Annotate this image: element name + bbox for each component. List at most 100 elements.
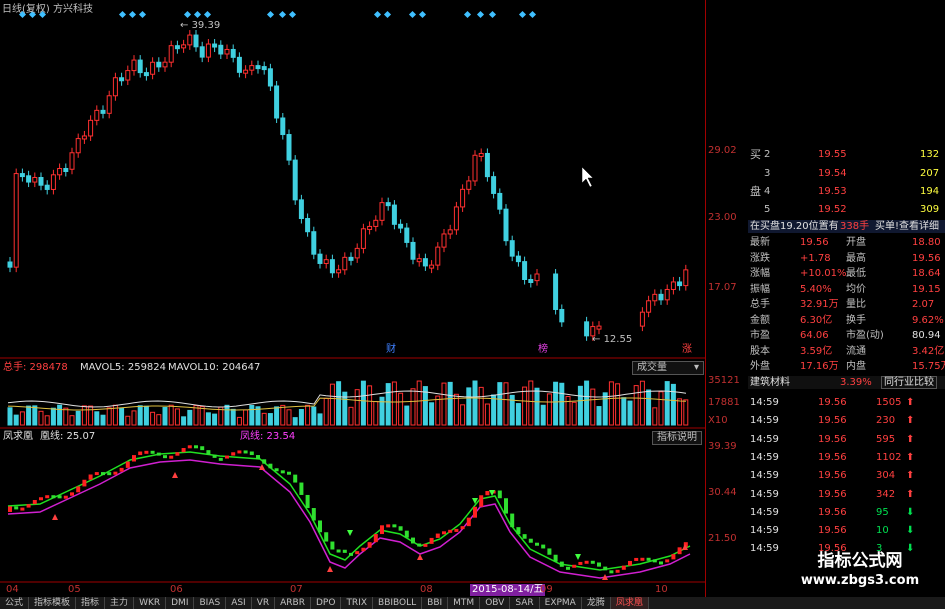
quote-row: 最新 19.56 开盘 18.80 [748, 236, 945, 249]
x-label-06: 06 [170, 584, 183, 595]
queue-volume: 338手 [840, 221, 870, 232]
tab-indicator[interactable]: SAR [510, 597, 540, 609]
volume-bar [447, 381, 453, 426]
tab-indicator[interactable]: 龙腾 [582, 597, 611, 609]
indicator-bar [206, 450, 211, 455]
tab-indicator[interactable]: TRIX [341, 597, 374, 609]
tab-indicator[interactable]: BBIBOLL [373, 597, 423, 609]
candle-body [515, 255, 521, 263]
volume-bar [503, 382, 509, 426]
info-diamond-icon [288, 10, 297, 19]
candle-body [50, 174, 56, 190]
watermark: 指标公式网 www.zbgs3.com [775, 550, 945, 597]
candle-body [559, 308, 565, 323]
indicator-bar [603, 566, 608, 571]
indicator-bar [367, 542, 372, 548]
volume-bar [534, 387, 540, 426]
volume-bar [267, 413, 273, 426]
indicator-bar [361, 547, 366, 552]
tab-indicator[interactable]: EXPMA [540, 597, 582, 609]
indicator-bar [32, 500, 37, 505]
volume-bar [50, 407, 56, 426]
volume-axis-top: 35121 [708, 375, 740, 386]
candle-body [106, 95, 112, 114]
tab-indicator[interactable]: 主力 [105, 597, 135, 609]
industry-compare-button[interactable]: 同行业比较 [881, 376, 937, 389]
tab-indicator[interactable]: DPO [311, 597, 342, 609]
quote-key: 振幅 [750, 283, 770, 295]
indicator-bar [39, 497, 43, 501]
candle-body [373, 219, 379, 227]
indicator-bar [597, 562, 601, 567]
tab-indicator[interactable]: 凤求凰 [610, 597, 649, 609]
volume-bar [125, 415, 131, 426]
event-marker-zhang[interactable]: 涨 [682, 344, 692, 356]
candle-body [112, 77, 118, 97]
candle-body [497, 192, 503, 210]
quote-key: 流通 [846, 345, 866, 357]
sector-name: 建筑材料 [750, 377, 790, 388]
ob-level: 2 [764, 149, 771, 160]
queue-detail-link[interactable]: 买单!查看详细 [875, 220, 939, 233]
volume-bar [280, 404, 286, 426]
indicator-bar [76, 486, 81, 493]
indicator-bar [522, 534, 527, 539]
indicator-bar [26, 504, 31, 508]
tab-indicator[interactable]: 指标模板 [29, 597, 77, 609]
info-diamond-icon [128, 10, 137, 19]
indicator-bar [181, 448, 186, 453]
volume-bar [230, 408, 236, 426]
indicator-bar [101, 472, 105, 476]
candle-body [187, 34, 193, 46]
volume-bar [441, 382, 447, 426]
candle-body [447, 229, 453, 235]
candle-body [218, 44, 224, 55]
indicator-bar [584, 560, 589, 564]
tab-indicator[interactable]: DMI [166, 597, 195, 609]
indicator-bar [280, 470, 285, 474]
info-diamond-icon [118, 10, 127, 19]
tab-indicator[interactable]: BBI [422, 597, 449, 609]
low-value: 12.55 [603, 334, 633, 345]
indicator-bar [107, 472, 112, 476]
candle-body [267, 68, 273, 87]
volume-bar [100, 414, 106, 426]
indicator-bar [646, 557, 651, 561]
queue-bar[interactable]: 在买盘19.20位置有 338手 买单!查看详细 [748, 220, 945, 233]
volume-bar [522, 386, 528, 426]
volume-dropdown[interactable]: 成交量 ▾ [632, 361, 704, 375]
chart-canvas[interactable] [0, 0, 705, 597]
volume-bar [627, 400, 633, 426]
volume-bar [435, 395, 441, 426]
tab-indicator[interactable]: ASI [226, 597, 252, 609]
sector-row[interactable]: 建筑材料 3.39% 同行业比较 [748, 376, 945, 389]
candle-body [94, 109, 100, 121]
tab-indicator[interactable]: ARBR [275, 597, 311, 609]
chart-divider [705, 0, 706, 597]
tab-indicator[interactable]: MTM [448, 597, 481, 609]
event-marker-bang[interactable]: 榜 [538, 344, 548, 356]
tab-indicator[interactable]: OBV [480, 597, 511, 609]
tab-indicator[interactable]: BIAS [194, 597, 227, 609]
tab-indicator[interactable]: WKR [134, 597, 167, 609]
sector-pct: 3.39% [840, 377, 872, 388]
indicator-line2: 凤线: 23.54 [240, 431, 296, 442]
candle-body [168, 45, 174, 63]
tab-indicator[interactable]: VR [252, 597, 276, 609]
volume-bar [305, 404, 311, 426]
volume-bar [261, 412, 267, 426]
volume-bar [311, 406, 317, 426]
quote-key: 开盘 [846, 237, 866, 248]
tab-indicator[interactable]: 指标 [76, 597, 106, 609]
candle-body [261, 66, 267, 71]
kline-chart[interactable]: 日线(复权) 方兴科技 29.02 23.00 17.07 ← 39.39 ← … [0, 0, 740, 597]
info-diamond-icon [408, 10, 417, 19]
volume-bar [69, 415, 75, 426]
quote-row: 涨幅 +10.01% 最低 18.64 [748, 267, 945, 280]
indicator-help-button[interactable]: 指标说明 [652, 431, 702, 445]
arrow-up-icon: ⬆ [906, 451, 915, 463]
event-marker-cai[interactable]: 财 [386, 344, 396, 356]
tick-volume: 230 [876, 415, 896, 427]
tab-indicator[interactable]: 公式 [0, 597, 30, 609]
volume-bar [81, 405, 87, 426]
